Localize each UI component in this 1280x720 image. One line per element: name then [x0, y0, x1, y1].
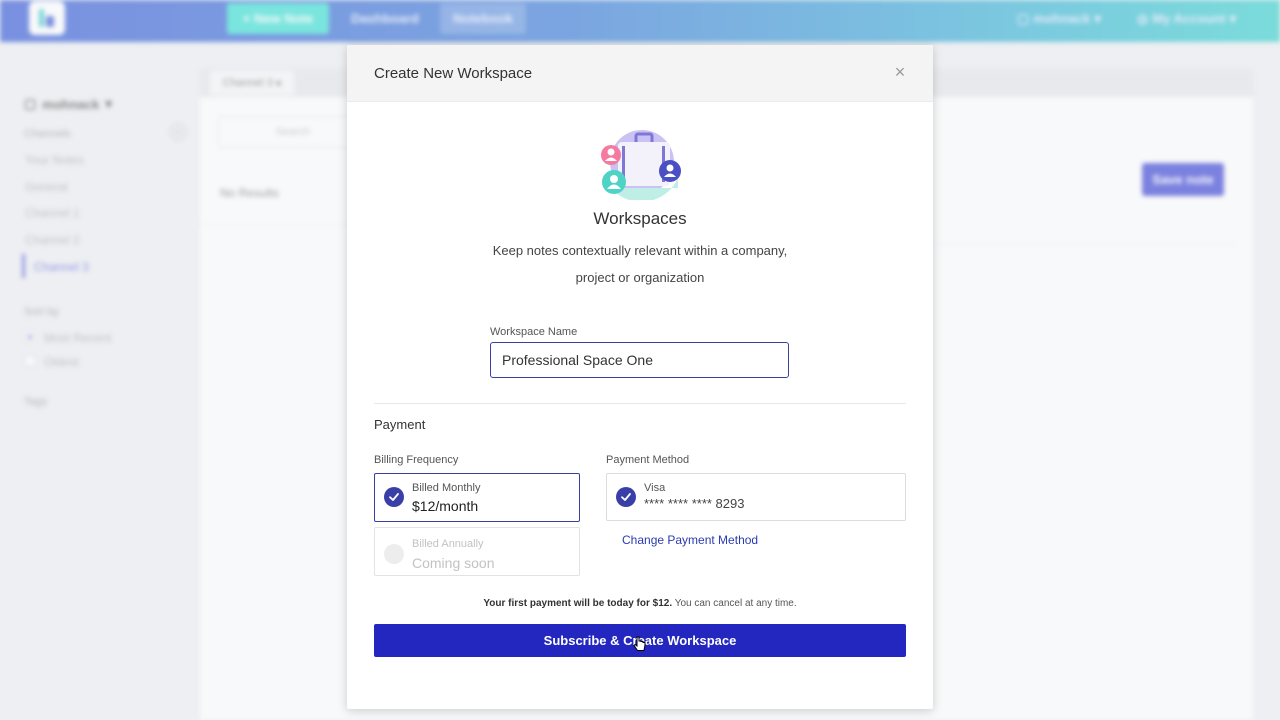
check-icon — [384, 487, 404, 507]
billing-monthly-price: $12/month — [412, 498, 479, 514]
workspace-name-input[interactable] — [490, 342, 789, 378]
card-brand: Visa — [644, 482, 666, 494]
card-number: **** **** **** 8293 — [644, 496, 745, 511]
billing-option-annually: Billed Annually Coming soon — [374, 527, 580, 576]
payment-method-card[interactable]: Visa **** **** **** 8293 — [606, 473, 906, 521]
section-divider — [374, 403, 906, 404]
workspaces-heading: Workspaces — [593, 209, 687, 228]
billing-monthly-label: Billed Monthly — [412, 482, 481, 494]
billing-option-monthly[interactable]: Billed Monthly $12/month — [374, 473, 580, 522]
workspace-illustration-icon — [601, 130, 681, 200]
close-icon[interactable]: × — [890, 62, 910, 82]
workspaces-description: Keep notes contextually relevant within … — [492, 243, 788, 285]
billing-annually-label: Billed Annually — [412, 538, 484, 550]
modal-header: Create New Workspace × — [347, 45, 933, 102]
unselected-radio-icon — [384, 544, 404, 564]
modal-title: Create New Workspace — [374, 65, 533, 82]
payment-notice-rest: You can cancel at any time. — [672, 598, 797, 609]
payment-notice-strong: Your first payment will be today for $12… — [483, 598, 673, 609]
billing-annually-status: Coming soon — [412, 555, 495, 571]
check-icon — [616, 487, 636, 507]
workspace-name-label: Workspace Name — [490, 326, 578, 338]
billing-frequency-label: Billing Frequency — [374, 454, 459, 466]
payment-notice: Your first payment will be today for $12… — [347, 598, 933, 609]
payment-heading: Payment — [374, 417, 426, 432]
create-workspace-modal: Create New Workspace × Workspaces Keep n… — [347, 45, 933, 709]
payment-method-label: Payment Method — [606, 454, 690, 466]
pointer-cursor-icon — [633, 636, 646, 651]
change-payment-method-link[interactable]: Change Payment Method — [622, 533, 758, 547]
